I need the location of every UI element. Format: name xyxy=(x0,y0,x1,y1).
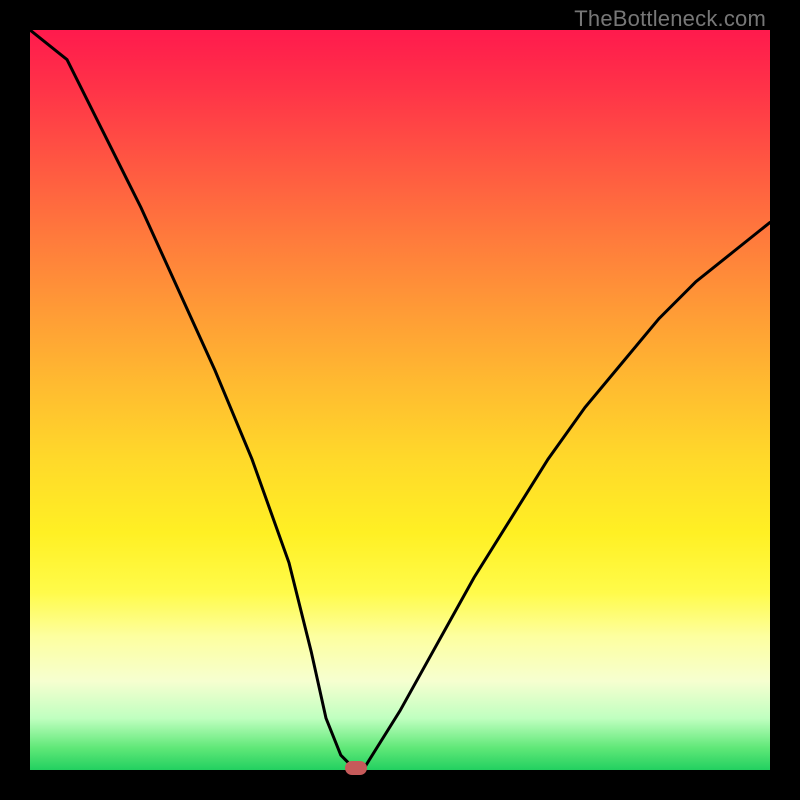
watermark-text: TheBottleneck.com xyxy=(574,6,766,32)
chart-frame: TheBottleneck.com xyxy=(0,0,800,800)
curve-svg xyxy=(30,30,770,770)
bottleneck-curve xyxy=(30,30,770,770)
optimum-marker xyxy=(345,761,367,775)
plot-area xyxy=(30,30,770,770)
